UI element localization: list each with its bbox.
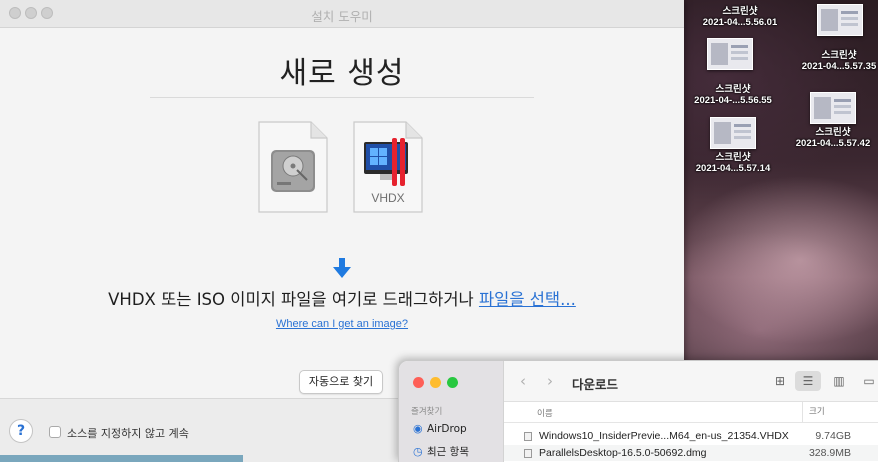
file-size: 9.74GB (815, 430, 851, 442)
drop-instruction: VHDX 또는 ISO 이미지 파일을 여기로 드래그하거나 파일을 선택... (0, 286, 684, 310)
finder-main: ‹ › 다운로드 ⊞ ☰ ▥ ▭ 이름 크기 Windows10_Insider… (504, 361, 878, 462)
desktop-screenshot-icon[interactable]: 스크린샷 2021-04...5.57.42 (778, 92, 878, 149)
back-chevron-icon[interactable]: ‹ (520, 372, 526, 390)
screenshot-thumbnail (817, 4, 863, 36)
dmg-file-icon (524, 449, 532, 458)
drop-area[interactable]: 새로 생성 VHDX VHDX 또는 ISO 이미지 파일을 여기로 드래그하거… (0, 28, 684, 398)
screenshot-date: 2021-04...5.56.01 (702, 17, 778, 28)
screenshot-label: 스크린샷 (821, 50, 857, 61)
screenshot-date: 2021-04...5.57.42 (795, 138, 871, 149)
sidebar-item-label: 최근 항목 (427, 446, 469, 458)
desktop-screenshot-icon[interactable] (675, 38, 785, 73)
vhdx-file-icon (524, 432, 532, 441)
column-name-header[interactable]: 이름 (537, 407, 553, 419)
screenshot-date: 2021-04-...5.56.55 (694, 95, 772, 106)
screenshot-thumbnail (707, 38, 753, 70)
skip-source-checkbox[interactable] (49, 426, 61, 438)
finder-toolbar: ‹ › 다운로드 ⊞ ☰ ▥ ▭ (504, 361, 878, 402)
file-row[interactable]: ParallelsDesktop-16.5.0-50692.dmg 328.9M… (504, 445, 878, 461)
finder-minimize-button[interactable] (430, 377, 441, 388)
file-name: Windows10_InsiderPrevie...M64_en-us_2135… (539, 430, 789, 442)
background-window-strip (0, 455, 243, 462)
screenshot-label: 스크린샷 (815, 127, 851, 138)
screenshot-label: 스크린샷 (715, 84, 751, 95)
arrow-down-icon (333, 258, 351, 278)
finder-sidebar: 즐겨찾기 ◉ AirDrop ◷ 최근 항목 (399, 361, 504, 462)
window-titlebar: 설치 도우미 (0, 0, 684, 28)
screenshot-label: 스크린샷 (715, 152, 751, 163)
finder-folder-title: 다운로드 (572, 377, 619, 392)
sidebar-item-label: AirDrop (427, 423, 467, 435)
file-name: ParallelsDesktop-16.5.0-50692.dmg (539, 447, 707, 459)
window-title: 설치 도우미 (311, 9, 373, 24)
skip-source-label[interactable]: 소스를 지정하지 않고 계속 (67, 425, 189, 441)
screenshot-thumbnail (710, 117, 756, 149)
sidebar-item-airdrop[interactable]: ◉ AirDrop (413, 422, 467, 435)
sidebar-item-recents[interactable]: ◷ 최근 항목 (413, 444, 469, 459)
list-view-button[interactable]: ☰ (795, 371, 821, 391)
desktop-screenshot-icon[interactable]: 스크린샷 2021-04...5.57.14 (678, 117, 788, 174)
where-get-image-link[interactable]: Where can I get an image? (0, 318, 684, 330)
finder-zoom-button[interactable] (447, 377, 458, 388)
clock-icon: ◷ (413, 445, 423, 458)
finder-close-button[interactable] (413, 377, 424, 388)
disk-image-icon (257, 120, 329, 214)
file-row[interactable]: Windows10_InsiderPrevie...M64_en-us_2135… (504, 428, 878, 444)
column-size-header[interactable]: 크기 (802, 402, 825, 422)
screenshot-label: 스크린샷 (722, 6, 758, 17)
page-title: 새로 생성 (279, 56, 405, 91)
screenshot-date: 2021-04...5.57.35 (801, 61, 877, 72)
desktop-screenshot-icon[interactable]: 스크린샷 2021-04-...5.56.55 (678, 84, 788, 106)
column-view-button[interactable]: ▥ (826, 371, 852, 391)
desktop-screenshot-icon[interactable] (785, 4, 878, 39)
auto-find-button[interactable]: 자동으로 찾기 (299, 370, 383, 394)
icon-view-button[interactable]: ⊞ (767, 371, 793, 391)
desktop-screenshot-icon[interactable]: 스크린샷 2021-04...5.56.01 (685, 6, 795, 28)
screenshot-date: 2021-04...5.57.14 (695, 163, 771, 174)
sidebar-section-favorites: 즐겨찾기 (411, 407, 443, 417)
help-button[interactable]: ? (9, 419, 33, 443)
vhdx-label: VHDX (371, 191, 405, 205)
choose-file-link[interactable]: 파일을 선택... (479, 290, 576, 309)
airdrop-icon: ◉ (413, 422, 423, 435)
forward-chevron-icon[interactable]: › (547, 372, 553, 390)
screenshot-thumbnail (810, 92, 856, 124)
column-header: 이름 크기 (504, 402, 878, 423)
divider (150, 97, 534, 98)
file-size: 328.9MB (808, 447, 851, 459)
desktop-screenshot-icon[interactable]: 스크린샷 2021-04...5.57.35 (784, 50, 878, 72)
gallery-view-button[interactable]: ▭ (856, 371, 878, 391)
drop-instruction-text: VHDX 또는 ISO 이미지 파일을 여기로 드래그하거나 (108, 290, 479, 309)
finder-window: 즐겨찾기 ◉ AirDrop ◷ 최근 항목 ‹ › 다운로드 ⊞ ☰ ▥ ▭ 이름… (398, 360, 878, 462)
vhdx-file-icon: VHDX (352, 120, 424, 214)
